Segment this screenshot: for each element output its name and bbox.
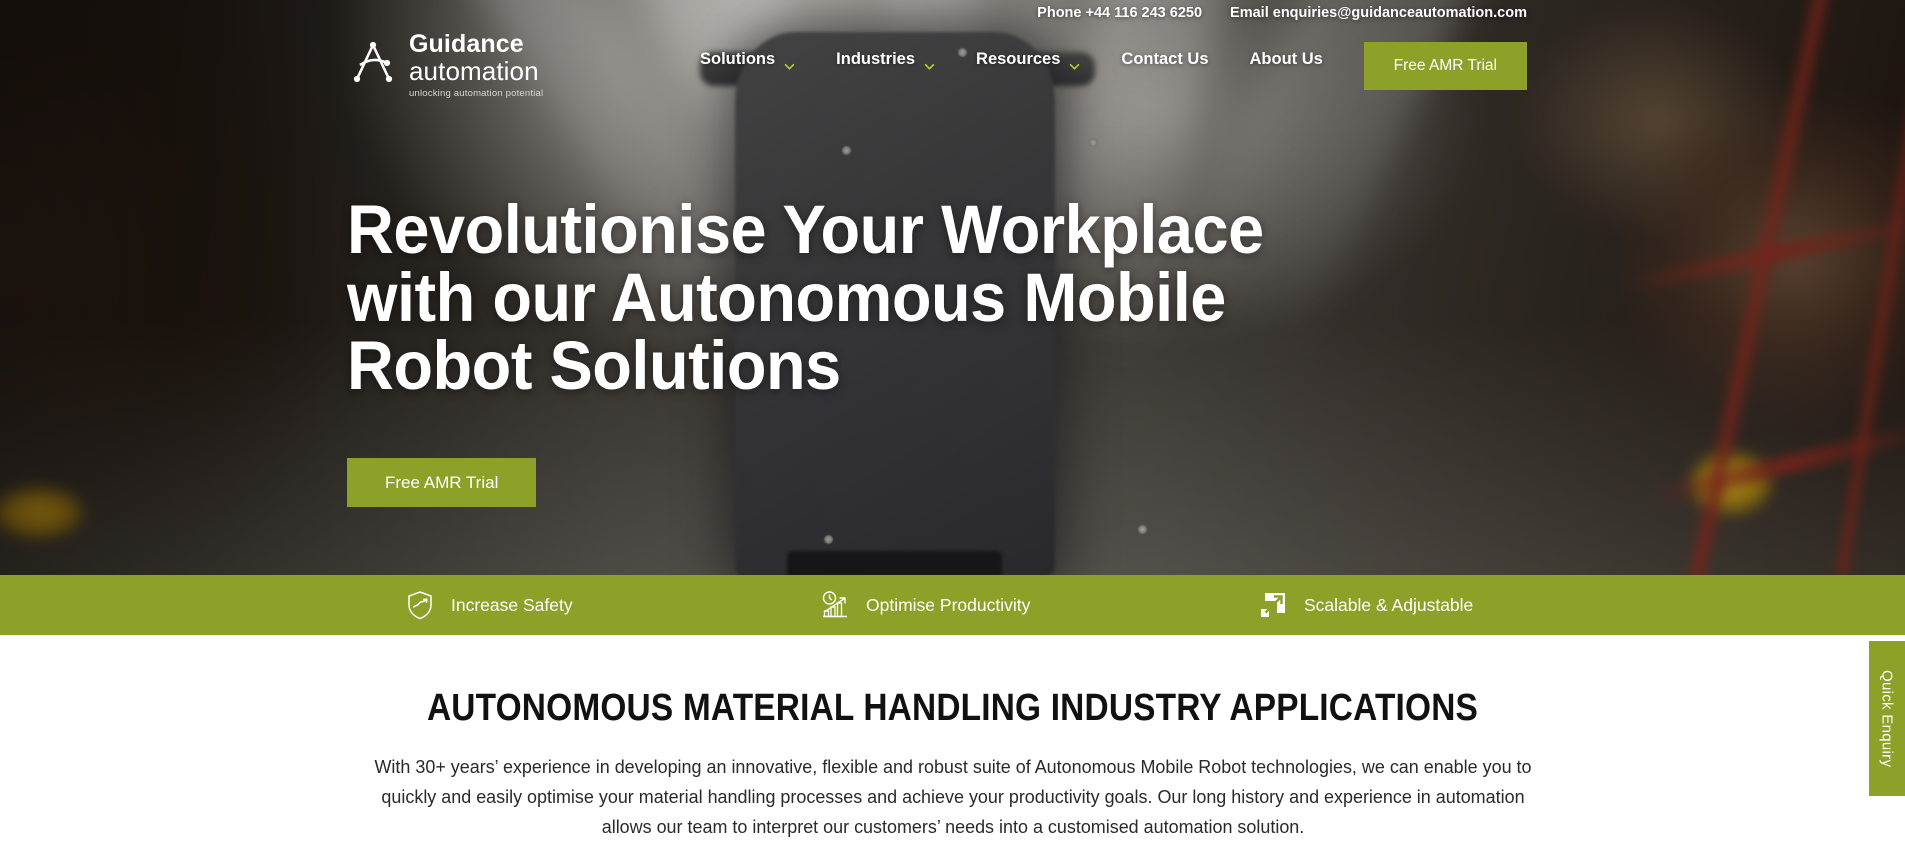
section-title: AUTONOMOUS MATERIAL HANDLING INDUSTRY AP…: [426, 687, 1479, 729]
nav-label: Contact Us: [1121, 50, 1209, 68]
phone-link[interactable]: Phone +44 116 243 6250: [1037, 5, 1202, 21]
guidance-a-logo-icon: [347, 35, 399, 87]
nav-label: About Us: [1249, 50, 1323, 68]
nav-item-industries[interactable]: Industries: [836, 50, 935, 70]
chevron-down-icon: [784, 56, 795, 70]
logo-wordmark: Guidance automation unlocking automation…: [409, 32, 543, 99]
feature-highlight-bar: Increase Safety Optimise Productivity Sc…: [0, 575, 1905, 635]
chevron-down-icon: [924, 56, 935, 70]
logo-line-automation: automation: [409, 56, 539, 86]
nav-item-about-us[interactable]: About Us: [1250, 50, 1323, 69]
nav-item-resources[interactable]: Resources: [976, 50, 1080, 70]
nav-item-solutions[interactable]: Solutions: [700, 50, 795, 70]
site-logo[interactable]: Guidance automation unlocking automation…: [347, 32, 543, 99]
hero-free-amr-trial-button[interactable]: Free AMR Trial: [347, 458, 537, 507]
quick-enquiry-tab[interactable]: Quick Enquiry: [1869, 641, 1905, 796]
nav-menu: Solutions Industries Resources Contact U…: [700, 50, 1323, 70]
section-body-text: With 30+ years’ experience in developing…: [373, 756, 1532, 837]
nav-free-amr-trial-button[interactable]: Free AMR Trial: [1363, 42, 1527, 90]
main-navigation-bar: Guidance automation unlocking automation…: [0, 26, 1905, 106]
nav-label: Resources: [976, 50, 1061, 68]
nav-label: Solutions: [700, 50, 776, 68]
logo-tagline: unlocking automation potential: [409, 88, 544, 99]
clock-bar-chart-icon: [820, 590, 850, 620]
expand-arrow-icon: [1258, 590, 1288, 620]
page-root: Revolutionise Your Workplace with our Au…: [0, 0, 1905, 854]
hero-content: Revolutionise Your Workplace with our Au…: [347, 191, 1447, 507]
feature-label: Optimise Productivity: [866, 594, 1031, 615]
nav-item-contact-us[interactable]: Contact Us: [1121, 50, 1208, 69]
nav-label: Industries: [836, 50, 916, 68]
top-contact-bar: Phone +44 116 243 6250 Email enquiries@g…: [0, 0, 1905, 26]
feature-optimise-productivity[interactable]: Optimise Productivity: [820, 590, 1030, 620]
main-content-section: AUTONOMOUS MATERIAL HANDLING INDUSTRY AP…: [0, 635, 1905, 854]
feature-increase-safety[interactable]: Increase Safety: [405, 590, 573, 620]
logo-line-guidance: Guidance: [409, 30, 524, 58]
hero-title: Revolutionise Your Workplace with our Au…: [347, 191, 1264, 404]
shield-chart-icon: [405, 590, 435, 620]
quick-enquiry-label: Quick Enquiry: [1878, 669, 1896, 768]
feature-scalable-adjustable[interactable]: Scalable & Adjustable: [1258, 590, 1473, 620]
email-link[interactable]: Email enquiries@guidanceautomation.com: [1230, 5, 1527, 21]
chevron-down-icon: [1069, 56, 1080, 70]
feature-label: Increase Safety: [451, 594, 573, 615]
feature-label: Scalable & Adjustable: [1304, 594, 1474, 615]
